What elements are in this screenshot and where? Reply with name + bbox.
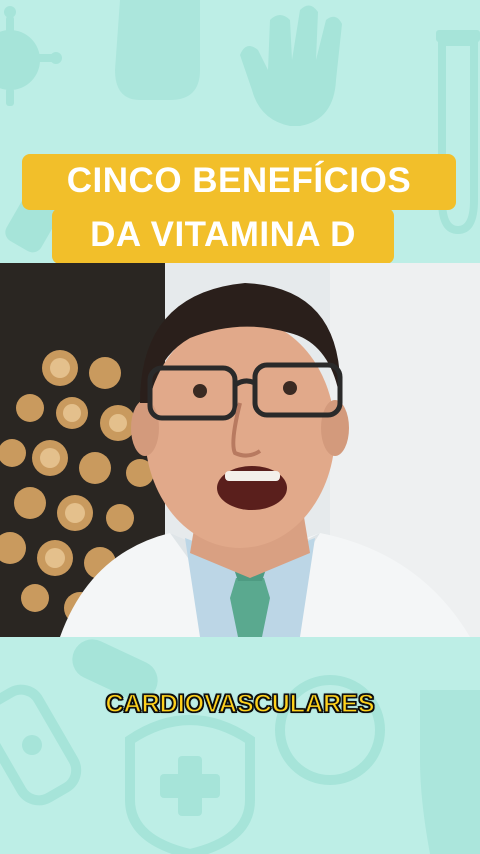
- hand-icon: [240, 5, 342, 127]
- title-line-2: DA VITAMINA D: [52, 208, 394, 264]
- title-line-1: CINCO BENEFÍCIOS: [22, 154, 456, 210]
- virus-icon: [0, 6, 62, 106]
- video-title: CINCO BENEFÍCIOS DA VITAMINA D: [0, 150, 480, 270]
- subtitle-caption: CARDIOVASCULARES: [105, 689, 375, 718]
- video-frame[interactable]: [0, 263, 480, 637]
- glove-icon: [115, 0, 200, 100]
- speaker-image: [0, 263, 480, 637]
- cross-shield-icon: [125, 715, 255, 854]
